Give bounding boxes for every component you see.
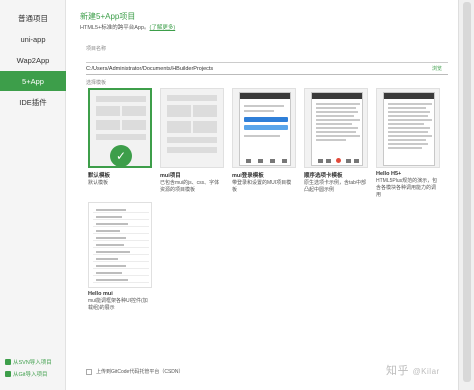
main-panel: 新建5+App项目 HTML5+标准的跨平台App。(了解更多) 项目名称 C:…	[66, 0, 458, 390]
template-card-mui[interactable]: mui项目 已包含mui的js、css、字体资源的项目模板	[160, 88, 224, 194]
template-name: Hello H5+	[376, 171, 402, 177]
sidebar-item-normal-project[interactable]: 普通项目	[0, 8, 66, 28]
import-svn-label: 从SVN导入项目	[13, 360, 52, 366]
template-card-hello-h5plus[interactable]: Hello H5+ HTML5Plus规范的演示，包含各模块各种调用能力的调用	[376, 88, 440, 198]
import-svn-link[interactable]: 从SVN导入项目	[5, 358, 52, 366]
template-thumbnail	[304, 88, 368, 168]
upload-checkbox-label: 上传到GitCode代码托管平台（CSDN）	[96, 369, 184, 375]
upload-checkbox[interactable]	[86, 368, 92, 375]
template-name: mui项目	[160, 173, 181, 179]
template-name: Hello mui	[88, 291, 113, 297]
vertical-scrollbar[interactable]	[458, 0, 474, 390]
project-path-field[interactable]: C:/Users/Administrator/Documents/HBuilde…	[86, 63, 448, 75]
template-desc: HTML5Plus规范的演示，包含各模块各种调用能力的调用	[376, 178, 438, 198]
git-icon	[5, 371, 11, 377]
sidebar-item-ide-plugin[interactable]: IDE插件	[0, 92, 66, 112]
template-card-tab[interactable]: 顺序选项卡模板 原生选项卡示例，含tab中部凸起中圆示例	[304, 88, 368, 194]
template-name: 顺序选项卡模板	[304, 173, 343, 179]
template-label: 选择模板	[86, 80, 107, 86]
page-subtitle: HTML5+标准的跨平台App。(了解更多)	[80, 23, 175, 31]
watermark: 知乎 @Kilar	[386, 362, 440, 378]
browse-button[interactable]: 浏览	[432, 65, 442, 72]
template-thumbnail	[88, 202, 152, 288]
template-thumbnail: ✓	[88, 88, 152, 168]
template-desc: 已包含mui的js、css、字体资源的项目模板	[160, 180, 220, 193]
template-thumbnail	[376, 88, 440, 168]
gitcode-upload-option[interactable]: 上传到GitCode代码托管平台（CSDN）	[86, 368, 184, 375]
sidebar: 普通项目 uni-app Wap2App 5+App IDE插件 从SVN导入项…	[0, 0, 66, 390]
template-desc: 带登录和设置的MUI项目模板	[232, 180, 292, 193]
template-name: mui登录模板	[232, 173, 264, 179]
template-desc: 原生选项卡示例，含tab中部凸起中圆示例	[304, 180, 366, 193]
project-path-value: C:/Users/Administrator/Documents/HBuilde…	[86, 65, 214, 72]
sidebar-item-5plus-app[interactable]: 5+App	[0, 71, 66, 91]
project-name-input[interactable]	[86, 53, 448, 63]
sidebar-item-wap2app[interactable]: Wap2App	[0, 50, 66, 70]
template-name: 默认模板	[88, 173, 111, 179]
template-thumbnail	[160, 88, 224, 168]
name-label: 项目名称	[86, 46, 107, 52]
scrollbar-thumb[interactable]	[463, 2, 471, 382]
svn-icon	[5, 359, 11, 365]
import-git-label: 从Git导入项目	[13, 372, 48, 378]
watermark-main: 知乎	[386, 365, 409, 377]
import-git-link[interactable]: 从Git导入项目	[5, 370, 48, 378]
template-desc: 默认模板	[88, 180, 109, 186]
template-card-default[interactable]: ✓ 默认模板 默认模板	[88, 88, 152, 187]
template-thumbnail	[232, 88, 296, 168]
learn-more-link[interactable]: (了解更多)	[150, 25, 176, 31]
template-card-hello-mui[interactable]: Hello mui mui能调框架各种UI控件(加载组)的展示	[88, 202, 152, 312]
page-title: 新建5+App项目	[80, 12, 136, 21]
subtitle-text: HTML5+标准的跨平台App。	[80, 25, 150, 31]
template-card-mui-login[interactable]: mui登录模板 带登录和设置的MUI项目模板	[232, 88, 296, 194]
watermark-sub: @Kilar	[412, 367, 440, 376]
sidebar-item-uni-app[interactable]: uni-app	[0, 29, 66, 49]
selected-check-icon: ✓	[110, 145, 132, 166]
template-desc: mui能调框架各种UI控件(加载组)的展示	[88, 298, 148, 311]
